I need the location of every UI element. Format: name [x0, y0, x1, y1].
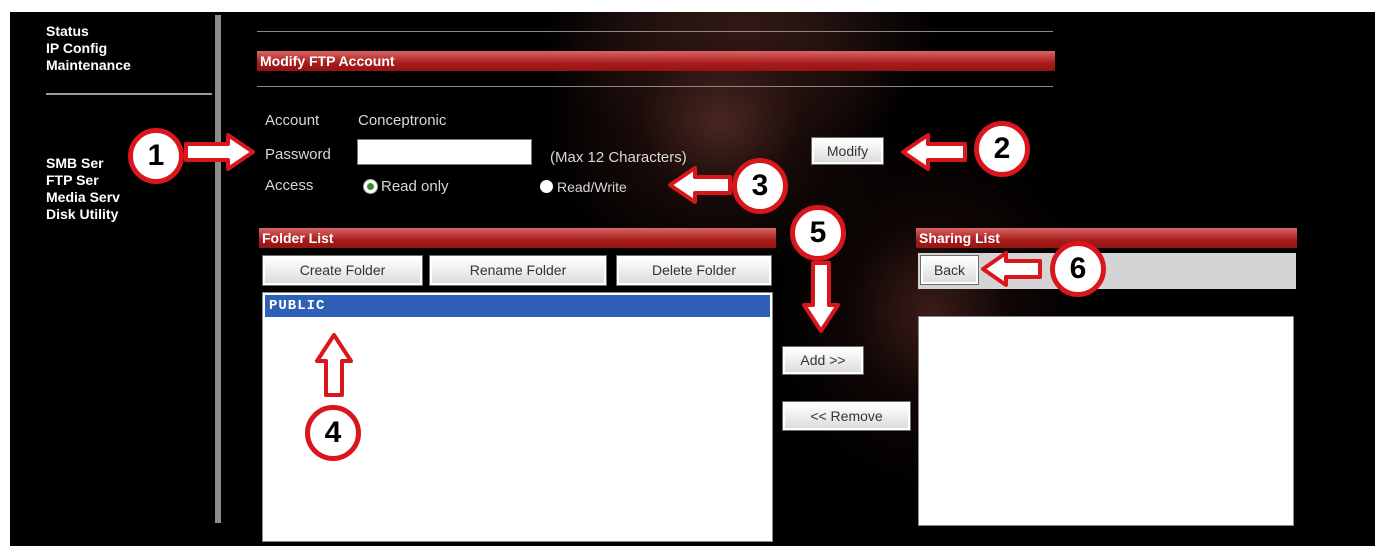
callout-5: 5 [790, 205, 846, 261]
callout-4: 4 [305, 405, 361, 461]
arrow-6 [981, 251, 1042, 287]
callout-2: 2 [974, 121, 1030, 177]
callout-6: 6 [1050, 241, 1106, 297]
callout-1: 1 [128, 128, 184, 184]
screenshot: Status IP Config Maintenance SMB Ser FTP… [0, 0, 1381, 554]
arrow-3 [668, 166, 732, 204]
arrow-1 [184, 133, 255, 171]
arrow-4 [315, 333, 353, 397]
annotation-arrows [184, 133, 1042, 397]
callout-3: 3 [732, 158, 788, 214]
arrow-2 [901, 133, 967, 171]
arrow-5 [802, 261, 840, 333]
